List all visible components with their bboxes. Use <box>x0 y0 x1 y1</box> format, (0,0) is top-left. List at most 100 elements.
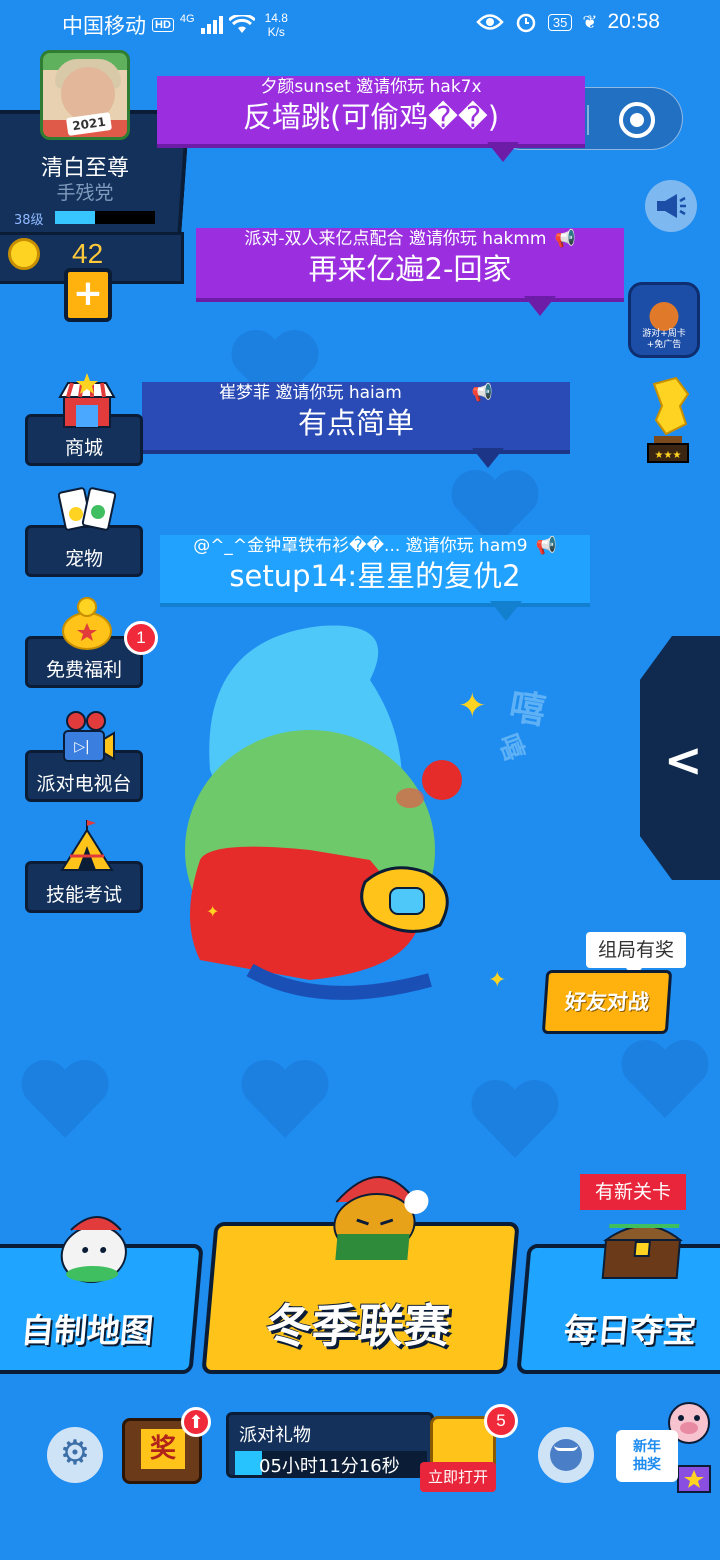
close-miniprogram-icon[interactable] <box>619 102 655 138</box>
gift-countdown: 05小时11分16秒 <box>259 1456 400 1477</box>
new-year-lottery-button[interactable]: 新年 抽奖 <box>616 1400 716 1500</box>
gift-box-icon <box>677 1465 711 1493</box>
shop-icon <box>58 373 116 428</box>
invite-map-name: 再来亿遍2-回家 <box>308 252 512 286</box>
invite-map-name: 有点简单 <box>297 406 414 440</box>
friend-battle-button[interactable]: 好友对战 <box>541 970 673 1034</box>
bubble-tail <box>487 142 519 162</box>
decor-text: 嘻 <box>506 686 549 733</box>
map-character-icon <box>60 1216 127 1283</box>
group-reward-tip: 组局有奖 <box>586 932 686 978</box>
gear-icon: ⚙ <box>59 1433 91 1473</box>
sparkle-icon: ✦ <box>206 902 220 921</box>
chevron-left-icon[interactable]: < <box>664 733 703 787</box>
invite-map-name: 反墙跳(可偷鸡��) <box>242 100 500 134</box>
level-progress-fill <box>55 211 95 224</box>
level-progress-bar <box>55 211 155 224</box>
speed-unit: K/s <box>267 25 285 39</box>
notification-badge: 1 <box>124 621 158 655</box>
menu-label: 派对电视台 <box>36 773 132 795</box>
invite-bubble[interactable]: @^_^金钟罩铁布衫��... 邀请你玩 ham9 📢 setup14:星星的复仇… <box>160 535 590 621</box>
status-bar: 中国移动 HD 4G 14.8 K/s 35 ❦ 20:58 <box>0 0 720 48</box>
ad-free-card[interactable]: 游对+周卡 +免广告 <box>628 282 700 358</box>
chat-button[interactable] <box>538 1427 594 1483</box>
sparkle-icon: ✦ <box>488 968 507 993</box>
settings-button[interactable]: ⚙ <box>47 1427 103 1483</box>
invite-text: 崔梦菲 邀请你玩 haiam <box>219 383 402 403</box>
treasure-chest-icon <box>601 1224 683 1279</box>
menu-pet[interactable]: 宠物 <box>25 487 143 577</box>
add-coins-button[interactable]: + <box>64 268 112 322</box>
invite-text: 夕颜sunset 邀请你玩 hak7x <box>260 77 482 97</box>
menu-label: 技能考试 <box>45 884 122 906</box>
network-speed: 14.8 K/s <box>265 11 288 39</box>
open-now-button[interactable]: 立即打开 <box>420 1462 496 1492</box>
carrier-label: 中国移动 <box>62 15 146 38</box>
decor-text: 嘻 <box>492 730 530 765</box>
bubble-tail <box>524 296 556 316</box>
game-character <box>185 625 462 1000</box>
new-level-tag: 有新关卡 <box>580 1174 686 1210</box>
megaphone-icon: 📢 <box>535 536 557 556</box>
upgrade-arrow-icon: ⬆ <box>181 1407 211 1437</box>
invite-text: @^_^金钟罩铁布衫��... 邀请你玩 ham9 <box>193 536 528 556</box>
clock: 20:58 <box>607 10 660 33</box>
daily-treasure-label: 每日夺宝 <box>562 1311 698 1350</box>
player-title: 手残党 <box>56 182 114 204</box>
winter-league-button[interactable]: 冬季联赛 <box>201 1176 520 1374</box>
winter-mascot-icon <box>333 1176 429 1260</box>
player-level: 38级 <box>14 213 44 228</box>
coin-icon <box>8 238 40 270</box>
megaphone-icon: 📢 <box>471 383 493 403</box>
pet-cards-icon <box>58 487 116 531</box>
chest-count-badge: 5 <box>484 1404 518 1438</box>
prize-label: 奖 <box>141 1429 185 1469</box>
prize-tv-button[interactable]: 奖 ⬆ <box>122 1407 211 1484</box>
speed-value: 14.8 <box>264 11 288 25</box>
invite-map-name: setup14:星星的复仇2 <box>229 559 521 593</box>
capsule-divider <box>587 105 589 135</box>
megaphone-icon <box>657 194 686 218</box>
gift-progress-fill <box>235 1451 262 1475</box>
menu-free-benefits[interactable]: 免费福利 1 <box>25 597 158 688</box>
bubble-tail <box>472 448 504 468</box>
party-gift-title: 派对礼物 <box>239 1425 311 1446</box>
coin-count: 42 <box>72 238 104 269</box>
invite-bubble[interactable]: 崔梦菲 邀请你玩 haiam 📢 有点简单 <box>142 382 570 468</box>
svg-text:★★★: ★★★ <box>655 450 682 461</box>
menu-skill-test[interactable]: 技能考试 <box>25 820 143 913</box>
leaf-icon: ❦ <box>582 11 598 32</box>
new-year-lottery-label: 新年 抽奖 <box>616 1430 678 1482</box>
bubble-tail <box>490 601 522 621</box>
avatar[interactable]: 2021 <box>40 50 130 140</box>
wifi-icon <box>228 15 255 33</box>
sparkle-icon: ✦ <box>458 686 487 726</box>
daily-treasure-button[interactable]: 每日夺宝 <box>516 1224 720 1374</box>
piggy-bank-icon <box>62 597 112 650</box>
party-gift-panel[interactable]: 派对礼物 05小时11分16秒 <box>226 1412 434 1478</box>
battery-level: 35 <box>547 13 573 31</box>
svg-text:▷|: ▷| <box>74 739 89 755</box>
menu-shop[interactable]: 商城 <box>25 373 143 466</box>
invite-text: 派对-双人来亿点配合 邀请你玩 hakmm <box>244 229 547 249</box>
invite-bubble[interactable]: 夕颜sunset 邀请你玩 hak7x 反墙跳(可偷鸡��) <box>157 76 585 162</box>
menu-label: 免费福利 <box>45 659 122 681</box>
invite-bubble[interactable]: 派对-双人来亿点配合 邀请你玩 hakmm 📢 再来亿遍2-回家 <box>196 228 624 316</box>
alarm-icon <box>516 13 536 33</box>
winter-league-label: 冬季联赛 <box>263 1299 453 1353</box>
network-type: 4G <box>179 13 195 25</box>
camera-icon: ▷| <box>63 711 115 762</box>
menu-label: 商城 <box>64 437 103 459</box>
chat-icon <box>554 1445 578 1451</box>
custom-map-button[interactable]: 自制地图 <box>0 1216 204 1374</box>
ad-card-label: 游对+周卡 +免广告 <box>642 329 686 350</box>
menu-label: 宠物 <box>64 548 103 570</box>
tent-icon <box>60 820 114 871</box>
custom-map-label: 自制地图 <box>19 1311 155 1350</box>
trophy-icon[interactable]: ★★★ <box>636 376 700 466</box>
announcement-button[interactable] <box>645 180 697 232</box>
hd-badge: HD <box>152 18 174 32</box>
menu-party-tv[interactable]: ▷| 派对电视台 <box>25 711 143 802</box>
signal-icon <box>200 16 223 34</box>
megaphone-icon: 📢 <box>554 229 576 249</box>
